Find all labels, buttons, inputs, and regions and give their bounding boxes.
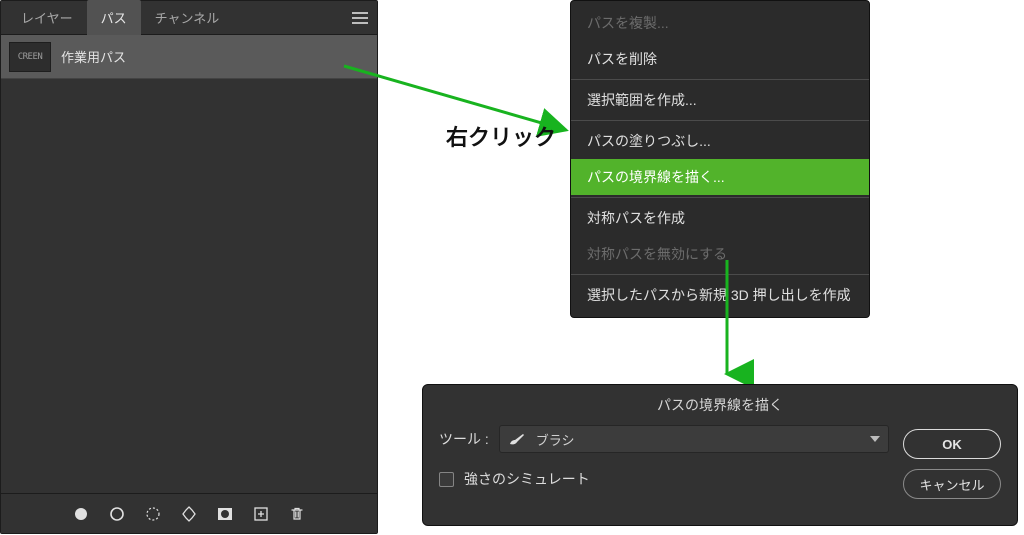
tab-paths[interactable]: パス [87, 0, 141, 35]
add-mask-icon[interactable] [215, 504, 235, 524]
tab-layers[interactable]: レイヤー [7, 0, 87, 35]
path-item-label: 作業用パス [61, 47, 126, 66]
panel-tabs: レイヤー パス チャンネル [1, 1, 377, 35]
ctx-item-duplicate-path: パスを複製... [571, 5, 869, 41]
tool-select[interactable]: ブラシ [499, 425, 889, 453]
tool-label: ツール : [439, 429, 489, 449]
tab-channels[interactable]: チャンネル [141, 0, 234, 35]
path-item[interactable]: CREEN 作業用パス [1, 35, 377, 79]
load-path-as-selection-icon[interactable] [143, 504, 163, 524]
arrow-menu-to-dialog-icon [712, 256, 742, 386]
brush-icon [508, 432, 526, 446]
panel-menu-button[interactable] [349, 7, 371, 29]
right-click-label: 右クリック [446, 120, 556, 152]
ctx-separator [571, 120, 869, 121]
ctx-item-stroke-path[interactable]: パスの境界線を描く... [571, 159, 869, 195]
delete-path-icon[interactable] [287, 504, 307, 524]
ctx-separator [571, 197, 869, 198]
cancel-button[interactable]: キャンセル [903, 469, 1001, 499]
chevron-down-icon [870, 436, 880, 442]
tool-select-value: ブラシ [536, 430, 575, 449]
panel-footer [1, 493, 377, 533]
ctx-separator [571, 79, 869, 80]
path-thumbnail: CREEN [9, 42, 51, 72]
dialog-title: パスの境界線を描く [439, 395, 1001, 425]
stroke-path-with-brush-icon[interactable] [107, 504, 127, 524]
create-new-path-icon[interactable] [251, 504, 271, 524]
paths-panel: レイヤー パス チャンネル CREEN 作業用パス [0, 0, 378, 534]
make-work-path-from-selection-icon[interactable] [179, 504, 199, 524]
ctx-item-fill-path[interactable]: パスの塗りつぶし... [571, 123, 869, 159]
simulate-pressure-label: 強さのシミュレート [464, 469, 590, 489]
ctx-item-make-symmetry-path[interactable]: 対称パスを作成 [571, 200, 869, 236]
fill-path-with-foreground-icon[interactable] [71, 504, 91, 524]
panel-body: CREEN 作業用パス [1, 35, 377, 493]
ctx-item-delete-path[interactable]: パスを削除 [571, 41, 869, 77]
simulate-pressure-checkbox[interactable] [439, 472, 454, 487]
ctx-item-make-selection[interactable]: 選択範囲を作成... [571, 82, 869, 118]
ok-button[interactable]: OK [903, 429, 1001, 459]
hamburger-icon [352, 12, 368, 24]
stroke-path-dialog: パスの境界線を描く ツール : ブラシ 強さのシミュレート [422, 384, 1018, 526]
